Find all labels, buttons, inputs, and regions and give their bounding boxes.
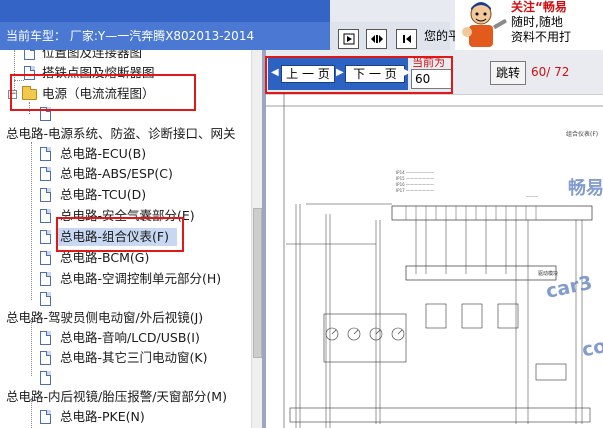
first-page-button[interactable] xyxy=(338,29,359,49)
schematic-title: 组合仪表(F) xyxy=(566,130,598,138)
svg-text:IP16 ———————: IP16 ——————— xyxy=(396,182,434,187)
svg-text:———: ——— xyxy=(526,194,538,199)
tree-item-label: 总电路-ECU(B) xyxy=(60,146,147,161)
page-count: 60/ 72 xyxy=(531,65,570,79)
tree-group-label: 总电路-内后视镜/胎压报警/天窗部分(M) xyxy=(6,389,227,404)
ad-banner[interactable]: 关注“畅易 随时,随地 资料不用打 xyxy=(455,0,603,50)
drive-module xyxy=(405,265,557,281)
document-icon xyxy=(40,188,51,202)
svg-text:IP17 ———————: IP17 ——————— xyxy=(396,188,434,193)
tree-group-mirror-sunroof[interactable]: 总电路-内后视镜/胎压报警/天窗部分(M) xyxy=(6,387,227,407)
document-icon xyxy=(40,371,51,385)
jump-button[interactable]: 跳转 xyxy=(490,61,526,85)
document-icon xyxy=(40,209,51,223)
document-icon xyxy=(40,410,51,424)
watermark: co xyxy=(580,335,603,362)
header-strip xyxy=(0,0,330,22)
drive-module-label: 驱动模块 xyxy=(538,270,558,277)
wire-labels: IP14 ——————— IP15 ——————— IP16 ——————— I… xyxy=(396,170,538,199)
document-icon xyxy=(40,292,51,306)
tree-item-label: 总电路-空调控制单元部分(H) xyxy=(60,271,222,286)
ad-title: 关注“畅易 xyxy=(511,0,567,14)
play-right-icon xyxy=(343,33,354,45)
tree-item-label: 位置图及连接器图 xyxy=(42,50,143,60)
tree-scrollbar-thumb[interactable] xyxy=(253,208,262,358)
ad-line-2: 资料不用打 xyxy=(511,30,572,44)
document-icon xyxy=(40,167,51,181)
watermark: 畅易 xyxy=(568,177,603,199)
document-icon xyxy=(24,50,35,60)
wiring-diagram: 组合仪表(F) IP14 ——————— IP15 ——————— IP16 —… xyxy=(266,94,603,428)
svg-text:IP15 ———————: IP15 ——————— xyxy=(396,176,434,181)
tree-group-label: 总电路-驾驶员侧电动窗/外后视镜(J) xyxy=(6,310,204,325)
tree-scrollbar[interactable] xyxy=(251,50,262,428)
previous-button[interactable] xyxy=(396,29,417,49)
document-icon xyxy=(40,147,51,161)
back-icon xyxy=(402,35,411,43)
tree-item-label: 总电路-PKE(N) xyxy=(60,409,145,424)
connector-block xyxy=(391,205,593,221)
tree-item-label: 总电路-TCU(D) xyxy=(60,187,147,202)
tree-item-label: 总电路-音响/LCD/USB(I) xyxy=(60,330,200,345)
fit-width-icon xyxy=(370,35,383,43)
component-boxes xyxy=(289,303,591,423)
ad-text: 关注“畅易 随时,随地 资料不用打 xyxy=(511,0,571,45)
wire-bundle xyxy=(286,203,583,428)
tree-group-driver-window[interactable]: 总电路-驾驶员侧电动窗/外后视镜(J) xyxy=(6,308,203,328)
document-icon xyxy=(40,230,51,244)
car-model-label: 当前车型： 厂家:Y—一汽奔腾X802013-2014 xyxy=(0,22,330,50)
tree-group-power-system[interactable]: 总电路-电源系统、防盗、诊断接口、网关 xyxy=(6,124,236,144)
tree-item-label: 总电路-其它三门电动窗(K) xyxy=(60,350,208,365)
tree-group-label: 总电路-电源系统、防盗、诊断接口、网关 xyxy=(6,126,236,141)
fit-page-button[interactable] xyxy=(366,29,387,49)
svg-text:IP14 ———————: IP14 ——————— xyxy=(396,170,434,175)
document-icon xyxy=(40,351,51,365)
ad-line-1: 随时,随地 xyxy=(511,15,563,29)
connector-pins xyxy=(405,206,537,220)
mechanic-mascot-icon xyxy=(462,2,507,47)
highlight-box-pager xyxy=(265,56,453,94)
document-icon xyxy=(40,251,51,265)
document-icon xyxy=(40,331,51,345)
document-icon xyxy=(40,272,51,286)
gauges xyxy=(323,313,407,363)
highlight-box-instrument xyxy=(56,217,184,252)
highlight-box-power xyxy=(10,74,196,111)
tree-item-label: 总电路-ABS/ESP(C) xyxy=(60,166,173,181)
